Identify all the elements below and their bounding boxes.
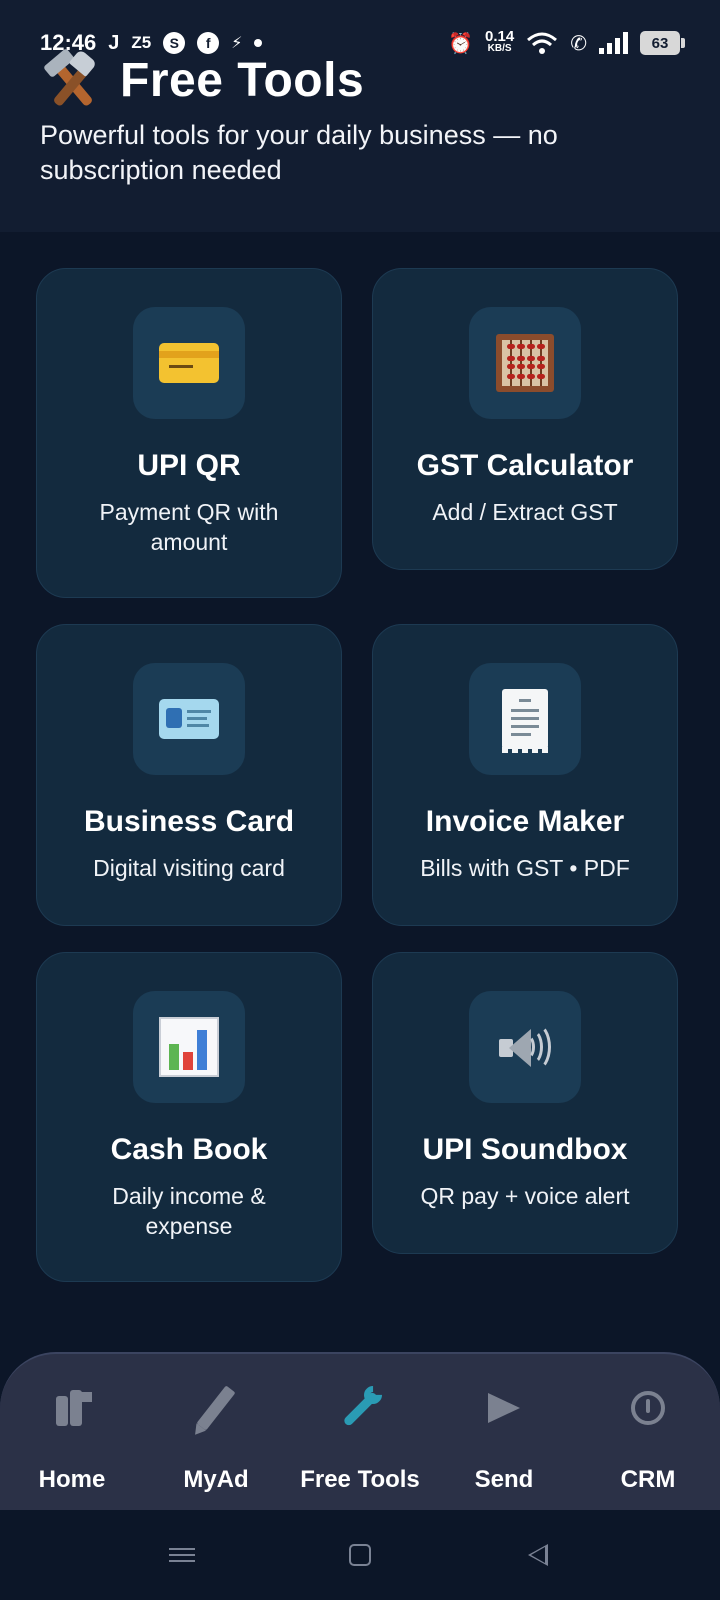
abacus-icon	[496, 334, 554, 392]
wrench-icon	[336, 1382, 386, 1432]
icon-tile	[133, 307, 245, 419]
nav-label: CRM	[620, 1466, 676, 1493]
bottom-nav: Home MyAd Free Tools Send CRM	[0, 1352, 720, 1510]
wifi-calling-icon: ✆	[570, 32, 587, 55]
tool-description: Digital visiting card	[93, 855, 285, 881]
nav-item-crm[interactable]: CRM	[576, 1354, 720, 1512]
square-icon	[349, 1544, 371, 1566]
nav-item-send[interactable]: Send	[432, 1354, 576, 1512]
tool-description: Add / Extract GST	[432, 499, 618, 525]
net-speed-unit: KB/S	[487, 43, 512, 54]
credit-card-icon	[159, 343, 219, 383]
nav-label: MyAd	[183, 1466, 249, 1493]
tool-card-upi-soundbox[interactable]: UPI Soundbox QR pay + voice alert	[372, 952, 678, 1254]
system-nav-bar	[0, 1510, 720, 1600]
menu-icon	[169, 1544, 195, 1566]
pencil-icon	[192, 1384, 240, 1432]
recent-apps-button[interactable]	[162, 1538, 202, 1572]
page-title: Free Tools	[120, 53, 365, 107]
home-people-icon	[48, 1384, 96, 1432]
net-speed: 0.14 KB/S	[485, 28, 515, 55]
title-row: Free Tools	[40, 47, 365, 110]
power-icon	[624, 1384, 672, 1432]
tool-title: UPI Soundbox	[422, 1133, 628, 1166]
bar-chart-icon	[159, 1017, 219, 1077]
send-icon	[480, 1384, 528, 1432]
tool-description: Bills with GST • PDF	[420, 855, 630, 881]
page-subtitle: Powerful tools for your daily business —…	[40, 120, 558, 185]
wifi-icon	[526, 31, 558, 55]
header: 12:46 J Z5 S f ⚡ ⏰ 0.14 KB/S ✆ 63 Free T…	[0, 0, 720, 232]
tool-title: Invoice Maker	[425, 805, 625, 838]
id-card-icon	[159, 699, 219, 739]
tool-title: GST Calculator	[416, 449, 634, 482]
status-right: ⏰ 0.14 KB/S ✆ 63	[448, 28, 685, 56]
system-home-button[interactable]	[340, 1538, 380, 1572]
nav-label: Send	[474, 1466, 534, 1493]
nav-item-free-tools[interactable]: Free Tools	[288, 1354, 432, 1512]
icon-tile	[469, 663, 581, 775]
tool-card-invoice-maker[interactable]: Invoice Maker Bills with GST • PDF	[372, 624, 678, 926]
system-back-button[interactable]	[518, 1538, 558, 1572]
tool-description: Payment QR with amount	[99, 499, 279, 555]
nav-item-myad[interactable]: MyAd	[144, 1354, 288, 1512]
tool-card-upi-qr[interactable]: UPI QR Payment QR with amount	[36, 268, 342, 598]
icon-tile	[469, 991, 581, 1103]
nav-item-home[interactable]: Home	[0, 1354, 144, 1512]
icon-tile	[469, 307, 581, 419]
tool-card-gst-calculator[interactable]: GST Calculator Add / Extract GST	[372, 268, 678, 570]
free-tools-screen: 12:46 J Z5 S f ⚡ ⏰ 0.14 KB/S ✆ 63 Free T…	[0, 0, 720, 1600]
tool-title: Cash Book	[110, 1133, 268, 1166]
icon-tile	[133, 663, 245, 775]
tool-description: QR pay + voice alert	[420, 1183, 630, 1209]
receipt-icon	[502, 689, 548, 753]
net-speed-value: 0.14	[485, 28, 515, 45]
tool-title: Business Card	[83, 805, 295, 838]
tool-description: Daily income & expense	[112, 1183, 266, 1239]
back-triangle-icon	[528, 1544, 548, 1566]
nav-label: Home	[38, 1466, 106, 1493]
speaker-icon	[495, 1017, 555, 1077]
hammer-and-wrench-icon	[40, 47, 102, 108]
signal-icon	[599, 32, 628, 54]
tool-card-cash-book[interactable]: Cash Book Daily income & expense	[36, 952, 342, 1282]
battery-icon: 63	[640, 31, 685, 55]
icon-tile	[133, 991, 245, 1103]
notification-dot-icon	[254, 39, 263, 47]
alarm-icon: ⏰	[448, 32, 474, 55]
tool-title: UPI QR	[137, 449, 241, 482]
tool-card-business-card[interactable]: Business Card Digital visiting card	[36, 624, 342, 926]
nav-label: Free Tools	[300, 1466, 420, 1493]
